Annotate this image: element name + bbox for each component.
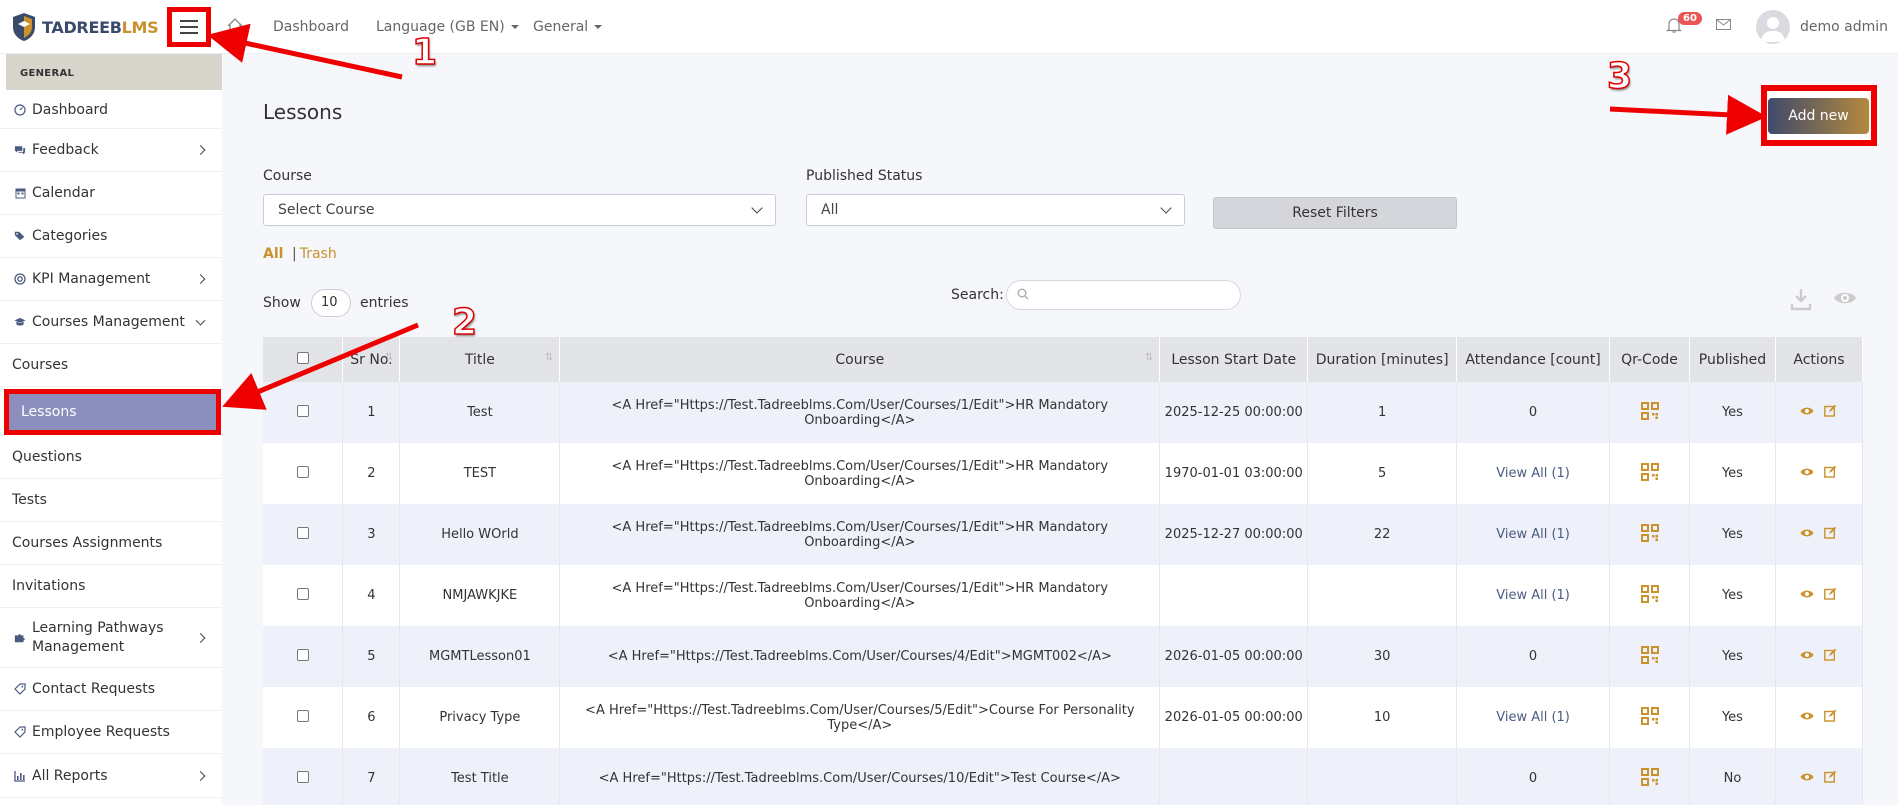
annotation-step-1: 1: [411, 31, 438, 74]
arrow-1: [207, 23, 403, 80]
annotation-arrows: [207, 23, 1767, 410]
annotation-step-2: 2: [451, 301, 478, 344]
arrow-3: [1609, 94, 1767, 135]
arrow-2: [222, 322, 419, 410]
annotation-step-3: 3: [1606, 55, 1633, 98]
